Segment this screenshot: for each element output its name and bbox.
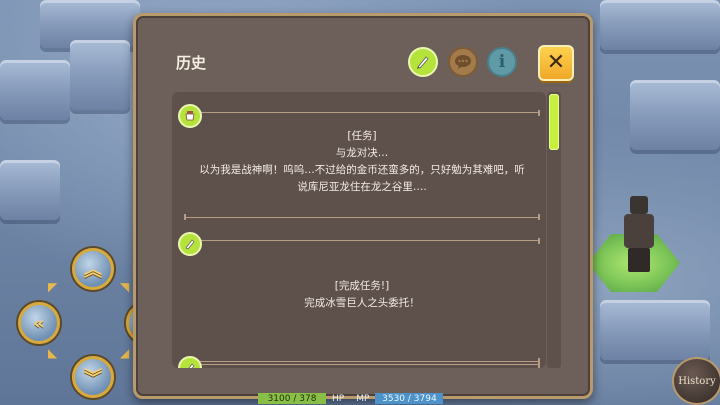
tab-info[interactable]: i <box>487 47 517 77</box>
entry-line: 以为我是战神啊！呜呜…不过给的金币还蛮多的，只好勉为其难吧，听 <box>199 164 525 176</box>
diagonal-arrow-icon: ◤ <box>48 280 58 294</box>
entry-text: [完成任务!] 完成冰雪巨人之头委托！ <box>186 278 538 312</box>
ice-block <box>0 60 70 120</box>
close-button[interactable]: ✕ <box>538 45 574 81</box>
history-entry <box>178 356 540 368</box>
history-entry: [任务] 与龙对决… 以为我是战神啊！呜呜…不过给的金币还蛮多的，只好勉为其难吧… <box>178 104 540 220</box>
ice-block <box>600 0 720 50</box>
chevron-up-icon: ︽ <box>84 260 102 281</box>
hp-bar: 3100 / 378 <box>258 393 326 404</box>
entry-line: 与龙对决… <box>335 147 389 159</box>
ice-block <box>70 40 130 110</box>
quest-stamp-icon <box>178 104 202 128</box>
info-icon: i <box>498 52 506 72</box>
mp-label: MP <box>356 393 370 404</box>
entry-frame <box>184 362 540 368</box>
diagonal-arrow-icon: ◣ <box>48 346 58 360</box>
entry-text: [任务] 与龙对决… 以为我是战神啊！呜呜…不过给的金币还蛮多的，只好勉为其难吧… <box>186 128 538 196</box>
joystick-down-button[interactable]: ︾ <box>72 356 114 398</box>
history-button[interactable]: History <box>672 357 720 405</box>
chevron-left-icon: « <box>33 312 45 334</box>
ice-block <box>0 160 60 220</box>
close-icon: ✕ <box>546 50 566 75</box>
history-entry: [完成任务!] 完成冰雪巨人之头委托！ <box>178 232 540 364</box>
joystick-up-button[interactable]: ︽ <box>72 248 114 290</box>
speech-bubble-icon <box>455 55 471 69</box>
ice-block <box>600 300 710 360</box>
scrollbar-thumb[interactable] <box>549 94 559 150</box>
mp-bar: 3530 / 3794 <box>375 393 444 404</box>
quill-icon <box>417 56 429 69</box>
ice-block <box>630 80 720 150</box>
chevron-down-icon: ︾ <box>84 368 102 389</box>
history-list[interactable]: [任务] 与龙对决… 以为我是战神啊！呜呜…不过给的金币还蛮多的，只好勉为其难吧… <box>172 92 546 368</box>
tab-chat[interactable] <box>448 47 478 77</box>
entry-line: 完成冰雪巨人之头委托！ <box>304 297 420 309</box>
npc-character[interactable] <box>618 194 658 274</box>
entry-heading: [任务] <box>347 130 377 142</box>
joystick-left-button[interactable]: « <box>18 302 60 344</box>
hp-label: HP <box>332 393 345 404</box>
tab-history[interactable] <box>408 47 438 77</box>
quill-icon <box>178 232 202 256</box>
panel-title: 历史 <box>176 54 207 72</box>
status-hud: 3100 / 378 HP MP 3530 / 3794 <box>258 392 444 405</box>
entry-heading: [完成任务!] <box>334 280 390 292</box>
history-scrollbar[interactable] <box>547 92 561 368</box>
entry-line: 说库尼亚龙住在龙之谷里…. <box>297 181 427 193</box>
history-panel: 历史 i ✕ [任务] 与龙对决… 以为我是战神啊！呜呜…不过给的金币还蛮多的，… <box>133 13 593 399</box>
diagonal-arrow-icon: ◢ <box>120 346 130 360</box>
diagonal-arrow-icon: ◥ <box>120 280 130 294</box>
